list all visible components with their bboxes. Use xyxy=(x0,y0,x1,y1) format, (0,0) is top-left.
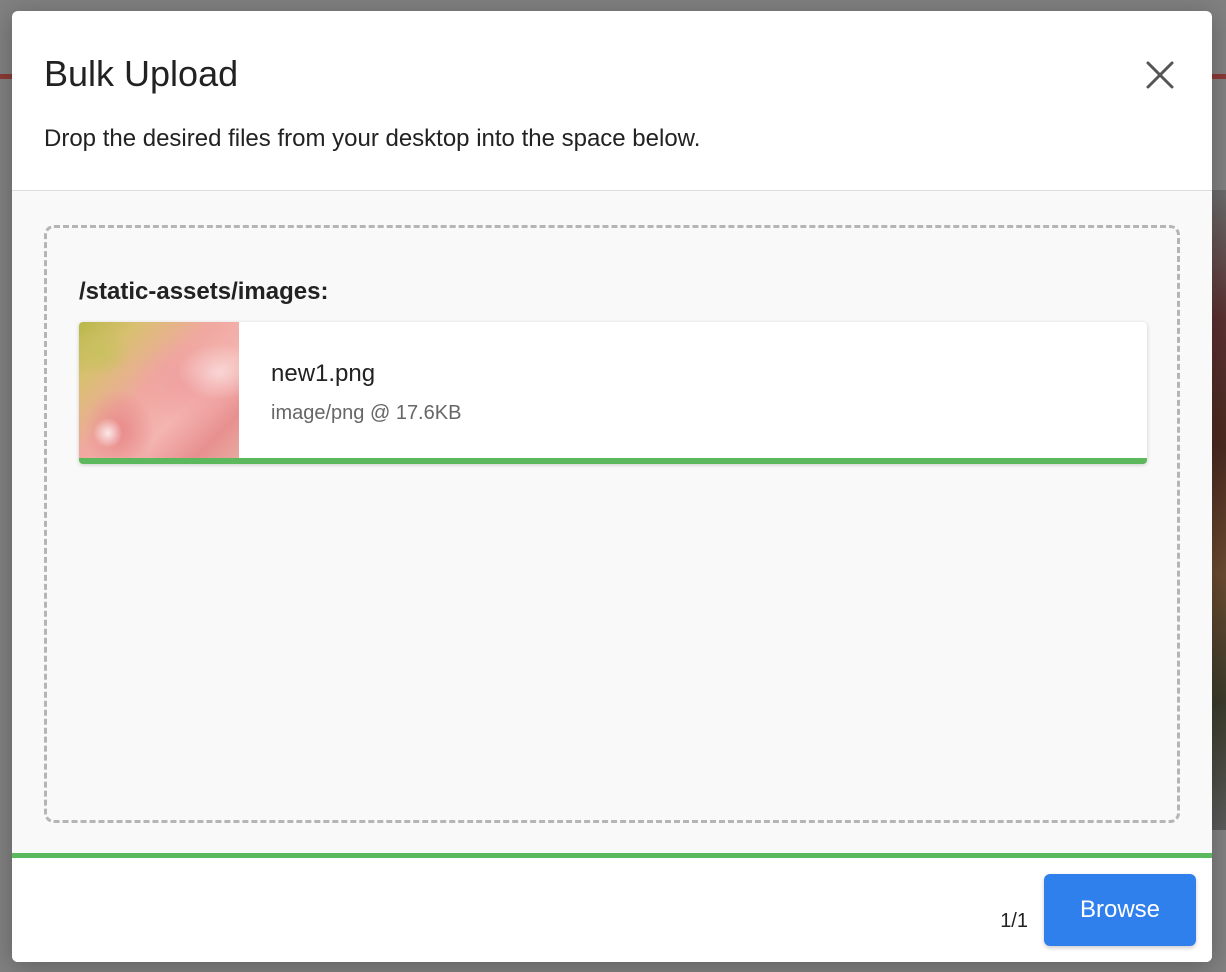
dialog-footer: 1/1 Browse xyxy=(12,858,1212,962)
bulk-upload-dialog: Bulk Upload Drop the desired files from … xyxy=(12,11,1212,962)
close-button[interactable] xyxy=(1142,57,1178,93)
dialog-title: Bulk Upload xyxy=(44,53,239,94)
dialog-instructions: Drop the desired files from your desktop… xyxy=(44,125,701,152)
background-accent-line-right xyxy=(1212,74,1226,79)
background-image xyxy=(1212,190,1226,830)
file-progress-bar xyxy=(79,458,1147,464)
file-meta: image/png @ 17.6KB xyxy=(271,402,462,424)
browse-button[interactable]: Browse xyxy=(1044,874,1196,946)
close-icon xyxy=(1146,61,1174,89)
folder-path: /static-assets/images: xyxy=(79,278,329,305)
file-item: new1.png image/png @ 17.6KB xyxy=(79,322,1147,464)
file-dropzone[interactable]: /static-assets/images: new1.png image/pn… xyxy=(44,225,1180,823)
file-name: new1.png xyxy=(271,360,376,387)
background-accent-line xyxy=(0,74,12,79)
upload-count: 1/1 xyxy=(1000,910,1028,932)
dialog-header: Bulk Upload Drop the desired files from … xyxy=(12,11,1212,191)
dialog-body: /static-assets/images: new1.png image/pn… xyxy=(12,191,1212,853)
file-thumbnail xyxy=(79,322,239,458)
